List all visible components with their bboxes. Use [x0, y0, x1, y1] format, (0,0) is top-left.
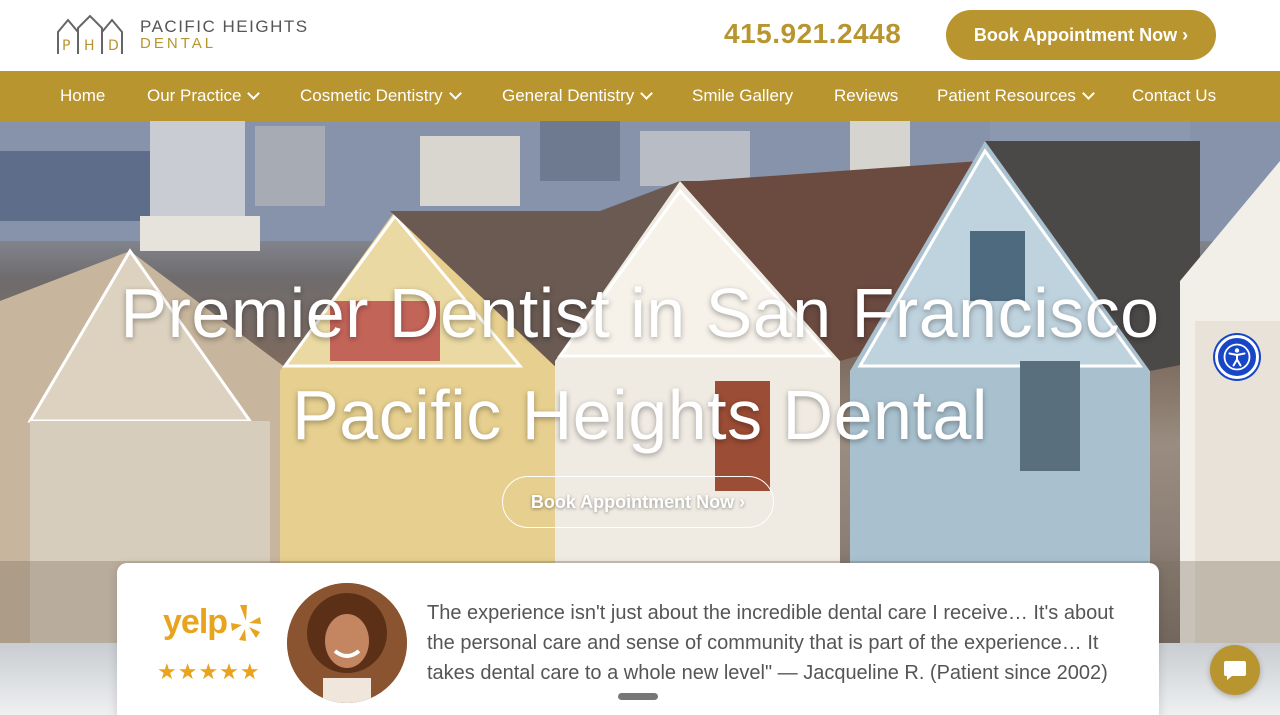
main-navigation: Home Our Practice Cosmetic Dentistry Gen…: [0, 71, 1280, 121]
hero-book-appointment-button[interactable]: Book Appointment Now ›: [502, 476, 774, 528]
nav-item-label: General Dentistry: [502, 86, 635, 105]
nav-item-contact-us[interactable]: Contact Us: [1132, 71, 1216, 121]
chat-icon: [1224, 661, 1246, 680]
testimonial-card: yelp ★★★★★ The experience isn't just abo…: [117, 563, 1159, 715]
nav-item-patient-resources[interactable]: Patient Resources: [937, 71, 1095, 121]
nav-item-general-dentistry[interactable]: General Dentistry: [502, 71, 654, 121]
yelp-burst-icon: [231, 605, 261, 641]
logo-name: PACIFIC HEIGHTS: [140, 17, 309, 36]
accessibility-button[interactable]: [1215, 335, 1259, 379]
nav-item-label: Home: [60, 86, 106, 105]
chevron-down-icon: [1082, 87, 1095, 100]
nav-item-label: Reviews: [834, 86, 899, 105]
chevron-down-icon: [448, 87, 462, 100]
hero-title-line1: Premier Dentist in San Francisco: [120, 274, 1160, 352]
nav-item-label: Contact Us: [1132, 86, 1217, 105]
carousel-indicator[interactable]: [618, 693, 658, 700]
accessibility-icon: [1223, 343, 1251, 371]
yelp-logo: yelp: [163, 603, 228, 641]
svg-text:D: D: [108, 38, 119, 54]
nav-item-our-practice[interactable]: Our Practice: [147, 71, 261, 121]
testimonial-quote: The experience isn't just about the incr…: [427, 602, 1114, 684]
svg-text:H: H: [84, 38, 95, 54]
nav-item-label: Our Practice: [147, 86, 242, 105]
logo-houses-icon: P H D: [57, 14, 123, 54]
rating-stars: ★★★★★: [157, 659, 261, 684]
nav-item-label: Cosmetic Dentistry: [300, 86, 443, 105]
site-logo[interactable]: P H D PACIFIC HEIGHTS DENTAL: [56, 14, 309, 56]
svg-text:P: P: [62, 38, 70, 54]
reviewer-photo: [287, 583, 407, 703]
book-appointment-button[interactable]: Book Appointment Now ›: [946, 10, 1216, 60]
nav-item-label: Patient Resources: [937, 86, 1076, 105]
nav-item-cosmetic-dentistry[interactable]: Cosmetic Dentistry: [300, 71, 462, 121]
chevron-down-icon: [247, 87, 261, 100]
reviewer-avatar: [287, 583, 407, 703]
hero-title-line2: Pacific Heights Dental: [292, 376, 988, 454]
site-header: P H D PACIFIC HEIGHTS DENTAL 415.921.244…: [0, 0, 1280, 71]
nav-item-reviews[interactable]: Reviews: [834, 71, 898, 121]
nav-item-label: Smile Gallery: [692, 86, 794, 105]
chevron-down-icon: [640, 87, 654, 100]
chat-button[interactable]: [1210, 645, 1260, 695]
nav-item-home[interactable]: Home: [60, 71, 105, 121]
phone-number-link[interactable]: 415.921.2448: [724, 18, 901, 50]
nav-item-smile-gallery[interactable]: Smile Gallery: [692, 71, 793, 121]
logo-subname: DENTAL: [140, 35, 217, 52]
